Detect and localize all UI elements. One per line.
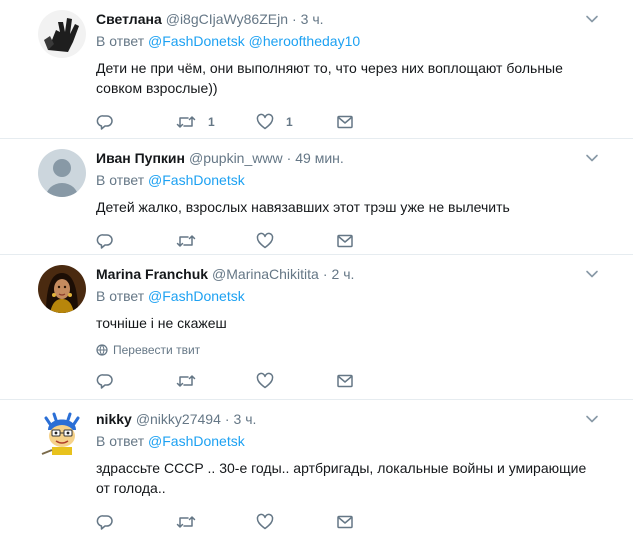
author-handle[interactable]: @MarinaChikitita bbox=[212, 265, 319, 283]
retweet-icon bbox=[176, 516, 196, 528]
mention-link[interactable]: @FashDonetsk bbox=[148, 433, 245, 449]
reply-context: В ответ @FashDonetsk bbox=[96, 171, 593, 189]
tweet-time[interactable]: 2 ч. bbox=[332, 265, 355, 283]
like-button[interactable]: 1 bbox=[256, 113, 336, 131]
author-handle[interactable]: @pupkin_www bbox=[189, 149, 283, 167]
translate-tweet-link[interactable]: Перевести твит bbox=[96, 343, 593, 357]
retweet-count: 1 bbox=[208, 115, 215, 129]
tweet-time[interactable]: 3 ч. bbox=[234, 410, 257, 428]
message-button[interactable] bbox=[336, 372, 416, 390]
tweet-actions bbox=[96, 371, 593, 403]
tweet-text: Детей жалко, взрослых навязавших этот тр… bbox=[96, 199, 510, 215]
cartoon-character-avatar-icon bbox=[38, 410, 86, 458]
reply-prefix: В ответ bbox=[96, 288, 145, 304]
heart-icon bbox=[256, 513, 274, 530]
tweet-time[interactable]: 3 ч. bbox=[301, 10, 324, 28]
waving-hand-avatar-icon bbox=[38, 10, 86, 58]
reply-context: В ответ @FashDonetsk bbox=[96, 432, 593, 450]
separator-dot: · bbox=[322, 266, 328, 282]
tweet[interactable]: Иван Пупкин @pupkin_www · 49 мин. В отве… bbox=[0, 139, 633, 255]
tweet[interactable]: Светлана @i8gCIjaWy86ZEjn · 3 ч. В ответ… bbox=[0, 0, 633, 139]
separator-dot: · bbox=[224, 411, 230, 427]
mention-link[interactable]: @FashDonetsk bbox=[148, 172, 245, 188]
chevron-down-icon[interactable] bbox=[585, 151, 599, 165]
tweet-time[interactable]: 49 мин. bbox=[295, 149, 344, 167]
mention-link[interactable]: @herooftheday10 bbox=[249, 33, 361, 49]
avatar[interactable] bbox=[38, 10, 86, 58]
tweet-text: Дети не при чём, они выполняют то, что ч… bbox=[96, 60, 563, 96]
like-button[interactable] bbox=[256, 372, 336, 390]
envelope-icon bbox=[337, 234, 353, 248]
author-name[interactable]: Светлана bbox=[96, 10, 162, 28]
retweet-icon bbox=[176, 375, 196, 387]
tweet[interactable]: Marina Franchuk @MarinaChikitita · 2 ч. … bbox=[0, 255, 633, 400]
woman-photo-avatar-icon bbox=[38, 265, 86, 313]
message-button[interactable] bbox=[336, 513, 416, 531]
retweet-icon bbox=[176, 116, 196, 128]
author-name[interactable]: Иван Пупкин bbox=[96, 149, 185, 167]
translate-label: Перевести твит bbox=[113, 343, 201, 357]
tweet-text: точніше і не скажеш bbox=[96, 315, 227, 331]
separator-dot: · bbox=[286, 150, 292, 166]
heart-icon bbox=[256, 113, 274, 130]
heart-icon bbox=[256, 232, 274, 249]
reply-prefix: В ответ bbox=[96, 172, 145, 188]
envelope-icon bbox=[337, 374, 353, 388]
author-handle[interactable]: @nikky27494 bbox=[136, 410, 221, 428]
reply-button[interactable] bbox=[96, 232, 176, 250]
default-person-avatar-icon bbox=[38, 149, 86, 197]
avatar[interactable] bbox=[38, 410, 86, 458]
reply-prefix: В ответ bbox=[96, 433, 145, 449]
avatar[interactable] bbox=[38, 265, 86, 313]
avatar[interactable] bbox=[38, 149, 86, 197]
reply-button[interactable] bbox=[96, 113, 176, 131]
separator-dot: · bbox=[291, 11, 297, 27]
retweet-button[interactable] bbox=[176, 232, 256, 250]
heart-icon bbox=[256, 372, 274, 389]
tweet-text: здрассьте СССР .. 30-е годы.. артбригады… bbox=[96, 460, 587, 496]
reply-icon bbox=[96, 115, 113, 130]
retweet-button[interactable] bbox=[176, 513, 256, 531]
like-button[interactable] bbox=[256, 232, 336, 250]
reply-context: В ответ @FashDonetsk @herooftheday10 bbox=[96, 32, 593, 50]
reply-button[interactable] bbox=[96, 513, 176, 531]
globe-icon bbox=[96, 344, 108, 356]
envelope-icon bbox=[337, 515, 353, 529]
author-name[interactable]: nikky bbox=[96, 410, 132, 428]
mention-link[interactable]: @FashDonetsk bbox=[148, 33, 245, 49]
retweet-button[interactable]: 1 bbox=[176, 113, 256, 131]
tweet[interactable]: nikky @nikky27494 · 3 ч. В ответ @FashDo… bbox=[0, 400, 633, 538]
reply-context: В ответ @FashDonetsk bbox=[96, 287, 593, 305]
author-name[interactable]: Marina Franchuk bbox=[96, 265, 208, 283]
retweet-button[interactable] bbox=[176, 372, 256, 390]
chevron-down-icon[interactable] bbox=[585, 412, 599, 426]
reply-prefix: В ответ bbox=[96, 33, 145, 49]
reply-icon bbox=[96, 515, 113, 530]
message-button[interactable] bbox=[336, 113, 416, 131]
retweet-icon bbox=[176, 235, 196, 247]
tweet-actions bbox=[96, 512, 593, 544]
reply-icon bbox=[96, 374, 113, 389]
reply-button[interactable] bbox=[96, 372, 176, 390]
like-button[interactable] bbox=[256, 513, 336, 531]
envelope-icon bbox=[337, 115, 353, 129]
like-count: 1 bbox=[286, 115, 293, 129]
chevron-down-icon[interactable] bbox=[585, 267, 599, 281]
reply-icon bbox=[96, 234, 113, 249]
chevron-down-icon[interactable] bbox=[585, 12, 599, 26]
message-button[interactable] bbox=[336, 232, 416, 250]
author-handle[interactable]: @i8gCIjaWy86ZEjn bbox=[166, 10, 288, 28]
mention-link[interactable]: @FashDonetsk bbox=[148, 288, 245, 304]
